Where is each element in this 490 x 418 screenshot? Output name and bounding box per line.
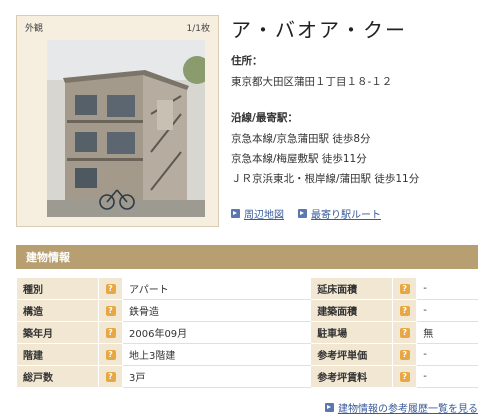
help-icon[interactable]: ? [105,328,116,338]
help-cell: ? [98,365,123,388]
help-icon[interactable]: ? [399,328,410,338]
field-label: 築年月 [16,321,99,344]
photo-card: 外観 1/1枚 [16,15,219,227]
building-photo-image [47,40,205,217]
field-label: 延床面積 [310,277,394,300]
history-link-label: 建物情報の参考履歴一覧を見る [338,404,478,415]
field-value: - [416,343,478,366]
section-header: 建物情報 [16,245,478,269]
building-photo[interactable] [47,40,205,217]
help-icon[interactable]: ? [105,284,116,294]
help-cell: ? [98,277,123,300]
field-value: 無 [416,321,478,344]
help-icon[interactable]: ? [105,372,116,382]
building-info-table: 種別? アパート 延床面積? - 構造? 鉄骨造 建築面積? - 築年月? 2006年09月 駐車場… [16,277,478,388]
photo-header: 外観 1/1枚 [17,16,218,38]
field-label: 参考坪単価 [310,343,394,366]
map-links: 周辺地図 最寄り駅ルート [231,206,381,221]
help-icon[interactable]: ? [399,284,410,294]
arrow-icon [298,209,307,218]
help-icon[interactable]: ? [399,350,410,360]
field-label: 種別 [16,277,99,300]
field-label: 総戸数 [16,365,99,388]
table-row: 階建? 地上3階建 参考坪単価? - [16,343,478,366]
field-label: 駐車場 [310,321,394,344]
help-cell: ? [392,277,418,300]
table-row: 構造? 鉄骨造 建築面積? - [16,299,478,322]
section-title: 建物情報 [26,251,70,264]
field-value: 2006年09月 [121,321,312,344]
help-cell: ? [98,299,123,322]
photo-label: 外観 [25,23,44,34]
station-item: ＪＲ京浜東北・根岸線/蒲田駅 徒歩11分 [231,173,420,185]
address-label: 住所： [231,55,263,67]
history-link[interactable]: 建物情報の参考履歴一覧を見る [325,400,478,415]
stations-label: 沿線/最寄駅： [231,112,298,124]
address-value: 東京都大田区蒲田１丁目１８-１２ [231,76,393,88]
field-value: - [416,277,478,300]
help-icon[interactable]: ? [105,350,116,360]
field-value: - [416,299,478,322]
field-value: 鉄骨造 [121,299,312,322]
field-value: 地上3階建 [121,343,312,366]
help-cell: ? [392,321,418,344]
field-label: 建築面積 [310,299,394,322]
field-value: 3戸 [121,365,312,388]
table-row: 総戸数? 3戸 参考坪賃料? - [16,365,478,388]
arrow-icon [325,403,334,412]
help-icon[interactable]: ? [399,306,410,316]
station-item: 京急本線/京急蒲田駅 徒歩8分 [231,133,371,145]
property-title: ア・バオア・クー [231,18,407,42]
field-label: 参考坪賃料 [310,365,394,388]
help-icon[interactable]: ? [399,372,410,382]
help-cell: ? [392,343,418,366]
field-label: 階建 [16,343,99,366]
table-row: 築年月? 2006年09月 駐車場? 無 [16,321,478,344]
help-cell: ? [98,343,123,366]
help-icon[interactable]: ? [105,306,116,316]
field-value: アパート [121,277,312,300]
map-link-label: 周辺地図 [244,210,284,221]
field-value: - [416,365,478,388]
route-link[interactable]: 最寄り駅ルート [298,206,381,221]
arrow-icon [231,209,240,218]
help-cell: ? [98,321,123,344]
map-link[interactable]: 周辺地図 [231,206,284,221]
help-cell: ? [392,299,418,322]
field-label: 構造 [16,299,99,322]
help-cell: ? [392,365,418,388]
table-row: 種別? アパート 延床面積? - [16,277,478,300]
photo-counter: 1/1枚 [186,23,211,34]
route-link-label: 最寄り駅ルート [311,210,381,221]
station-item: 京急本線/梅屋敷駅 徒歩11分 [231,153,367,165]
